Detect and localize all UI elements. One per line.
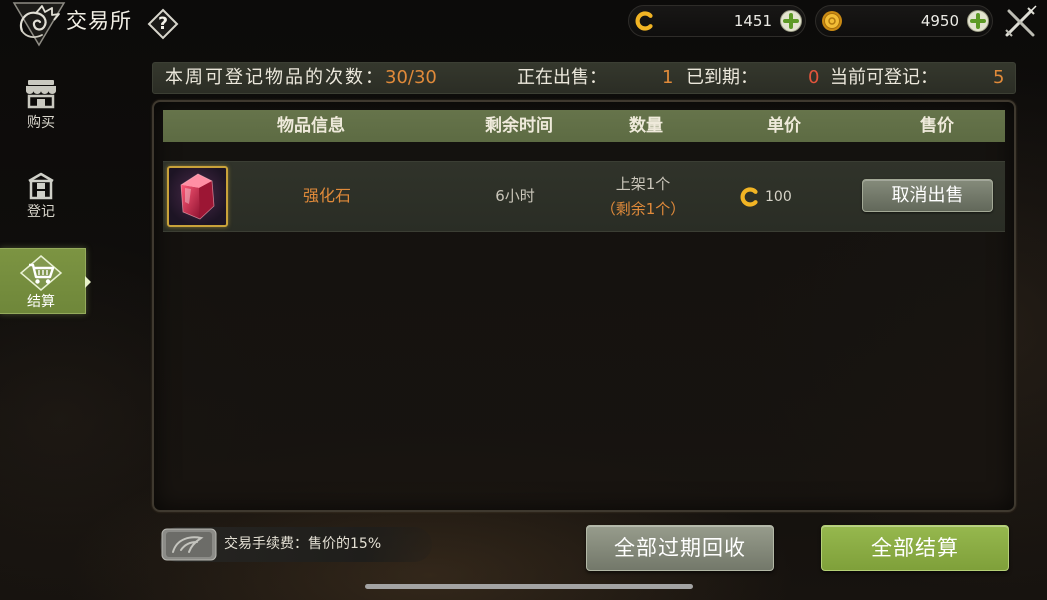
dragon-emblem-icon: [12, 1, 66, 47]
plus-icon: [967, 10, 989, 32]
page-title: 交易所: [66, 9, 132, 33]
expired-label: 已到期：: [686, 67, 758, 88]
reclaim-all-expired-button[interactable]: 全部过期回收: [586, 525, 774, 571]
remaining-quantity: （剩余1个）: [600, 200, 686, 218]
listing-stats-bar: 本周可登记物品的次数： 30/30 正在出售： 1 已到期： 0 当前可登记： …: [152, 62, 1016, 94]
on-sale-label: 正在出售：: [517, 67, 607, 88]
unit-price: 100: [765, 189, 792, 205]
item-slot[interactable]: [167, 166, 228, 227]
cart-icon: [0, 254, 82, 292]
c-coin-icon: [739, 186, 761, 208]
on-sale-value: 1: [662, 67, 674, 88]
help-label: ?: [158, 14, 168, 34]
settle-all-button[interactable]: 全部结算: [821, 525, 1009, 571]
weekly-limit-label: 本周可登记物品的次数：: [165, 67, 385, 88]
table-header: 物品信息 剩余时间 数量 单价 售价: [163, 110, 1005, 142]
column-header-unit-price: 单价: [767, 116, 801, 136]
cancel-sale-button[interactable]: 取消出售: [862, 179, 993, 212]
c-coin-amount: 1451: [733, 12, 772, 30]
c-coin-balance: 1451: [628, 5, 806, 37]
available-slots-label: 当前可登记：: [830, 67, 938, 88]
trade-fee-text: 交易手续费：售价的15%: [224, 536, 382, 552]
weekly-limit-value: 30/30: [385, 67, 437, 88]
add-gold-coin-button[interactable]: [966, 9, 990, 33]
sidebar-item-label: 购买: [27, 115, 55, 131]
available-slots-value: 5: [993, 67, 1005, 88]
stone-tile-icon: [161, 528, 217, 561]
active-tab-indicator: [85, 276, 91, 288]
sidebar-item-buy[interactable]: 购买: [0, 76, 86, 142]
sidebar-item-label: 登记: [27, 204, 55, 220]
shop-icon: [0, 79, 82, 109]
gold-coin-balance: 4950: [815, 5, 993, 37]
plus-icon: [780, 10, 802, 32]
close-button[interactable]: [1001, 3, 1039, 41]
listed-quantity: 上架1个: [615, 175, 671, 193]
sidebar-item-settle[interactable]: 结算: [0, 248, 91, 314]
help-button[interactable]: ?: [147, 8, 179, 40]
table-row: 强化石 6小时 上架1个 （剩余1个） 100 取消出售: [163, 161, 1005, 232]
column-header-item-info: 物品信息: [277, 116, 345, 136]
trade-fee-info: 交易手续费：售价的15%: [160, 527, 432, 562]
expired-value: 0: [808, 67, 820, 88]
gold-coin-icon: [821, 10, 843, 32]
register-icon: [0, 171, 82, 201]
close-icon: [1005, 5, 1037, 37]
gold-coin-amount: 4950: [920, 12, 959, 30]
add-c-coin-button[interactable]: [779, 9, 803, 33]
column-header-sale-price: 售价: [920, 116, 954, 136]
column-header-time-left: 剩余时间: [485, 116, 553, 136]
home-indicator: [365, 584, 693, 589]
red-crystal-icon: [180, 173, 215, 220]
time-left: 6小时: [495, 187, 535, 205]
column-header-quantity: 数量: [629, 116, 663, 136]
sidebar-item-register[interactable]: 登记: [0, 168, 86, 234]
item-name: 强化石: [302, 186, 351, 205]
c-coin-icon: [634, 10, 656, 32]
sidebar-item-label: 结算: [27, 294, 55, 310]
